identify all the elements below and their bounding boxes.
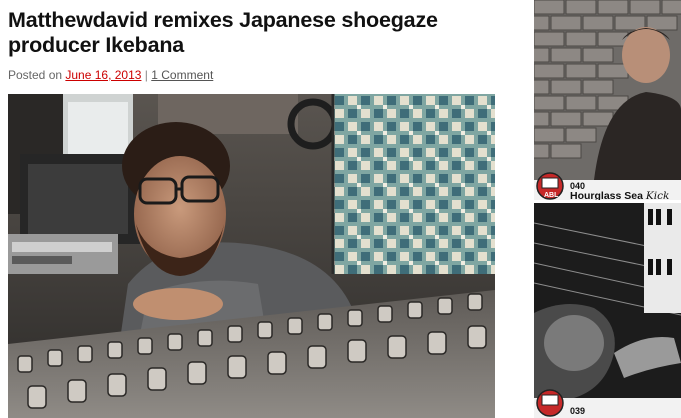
post-meta: Posted on June 16, 2013 | 1 Comment (8, 67, 498, 83)
release-cover-image (534, 203, 681, 418)
release-number: 039 (570, 406, 586, 416)
sidebar-item-040[interactable]: ABL 040 Hourglass Sea Kick (534, 0, 681, 200)
svg-text:ABL: ABL (544, 192, 559, 199)
sidebar-caption: 039 (570, 406, 585, 416)
meta-separator: | (141, 68, 152, 82)
sidebar-item-039[interactable]: 039 (534, 203, 681, 418)
post-date-link[interactable]: June 16, 2013 (65, 68, 141, 82)
sidebar: ABL 040 Hourglass Sea Kick 039 (534, 0, 681, 418)
comments-link[interactable]: 1 Comment (151, 68, 213, 82)
posted-on-label: Posted on (8, 68, 66, 82)
post-title[interactable]: Matthewdavid remixes Japanese shoegaze p… (8, 8, 498, 58)
release-artist: Hourglass Sea Kick (570, 190, 670, 200)
post: Matthewdavid remixes Japanese shoegaze p… (8, 8, 498, 83)
release-cover-image: ABL (534, 0, 681, 200)
studio-photo (8, 94, 495, 418)
sidebar-caption: 040 Hourglass Sea Kick (570, 181, 669, 200)
post-image[interactable] (8, 94, 495, 418)
